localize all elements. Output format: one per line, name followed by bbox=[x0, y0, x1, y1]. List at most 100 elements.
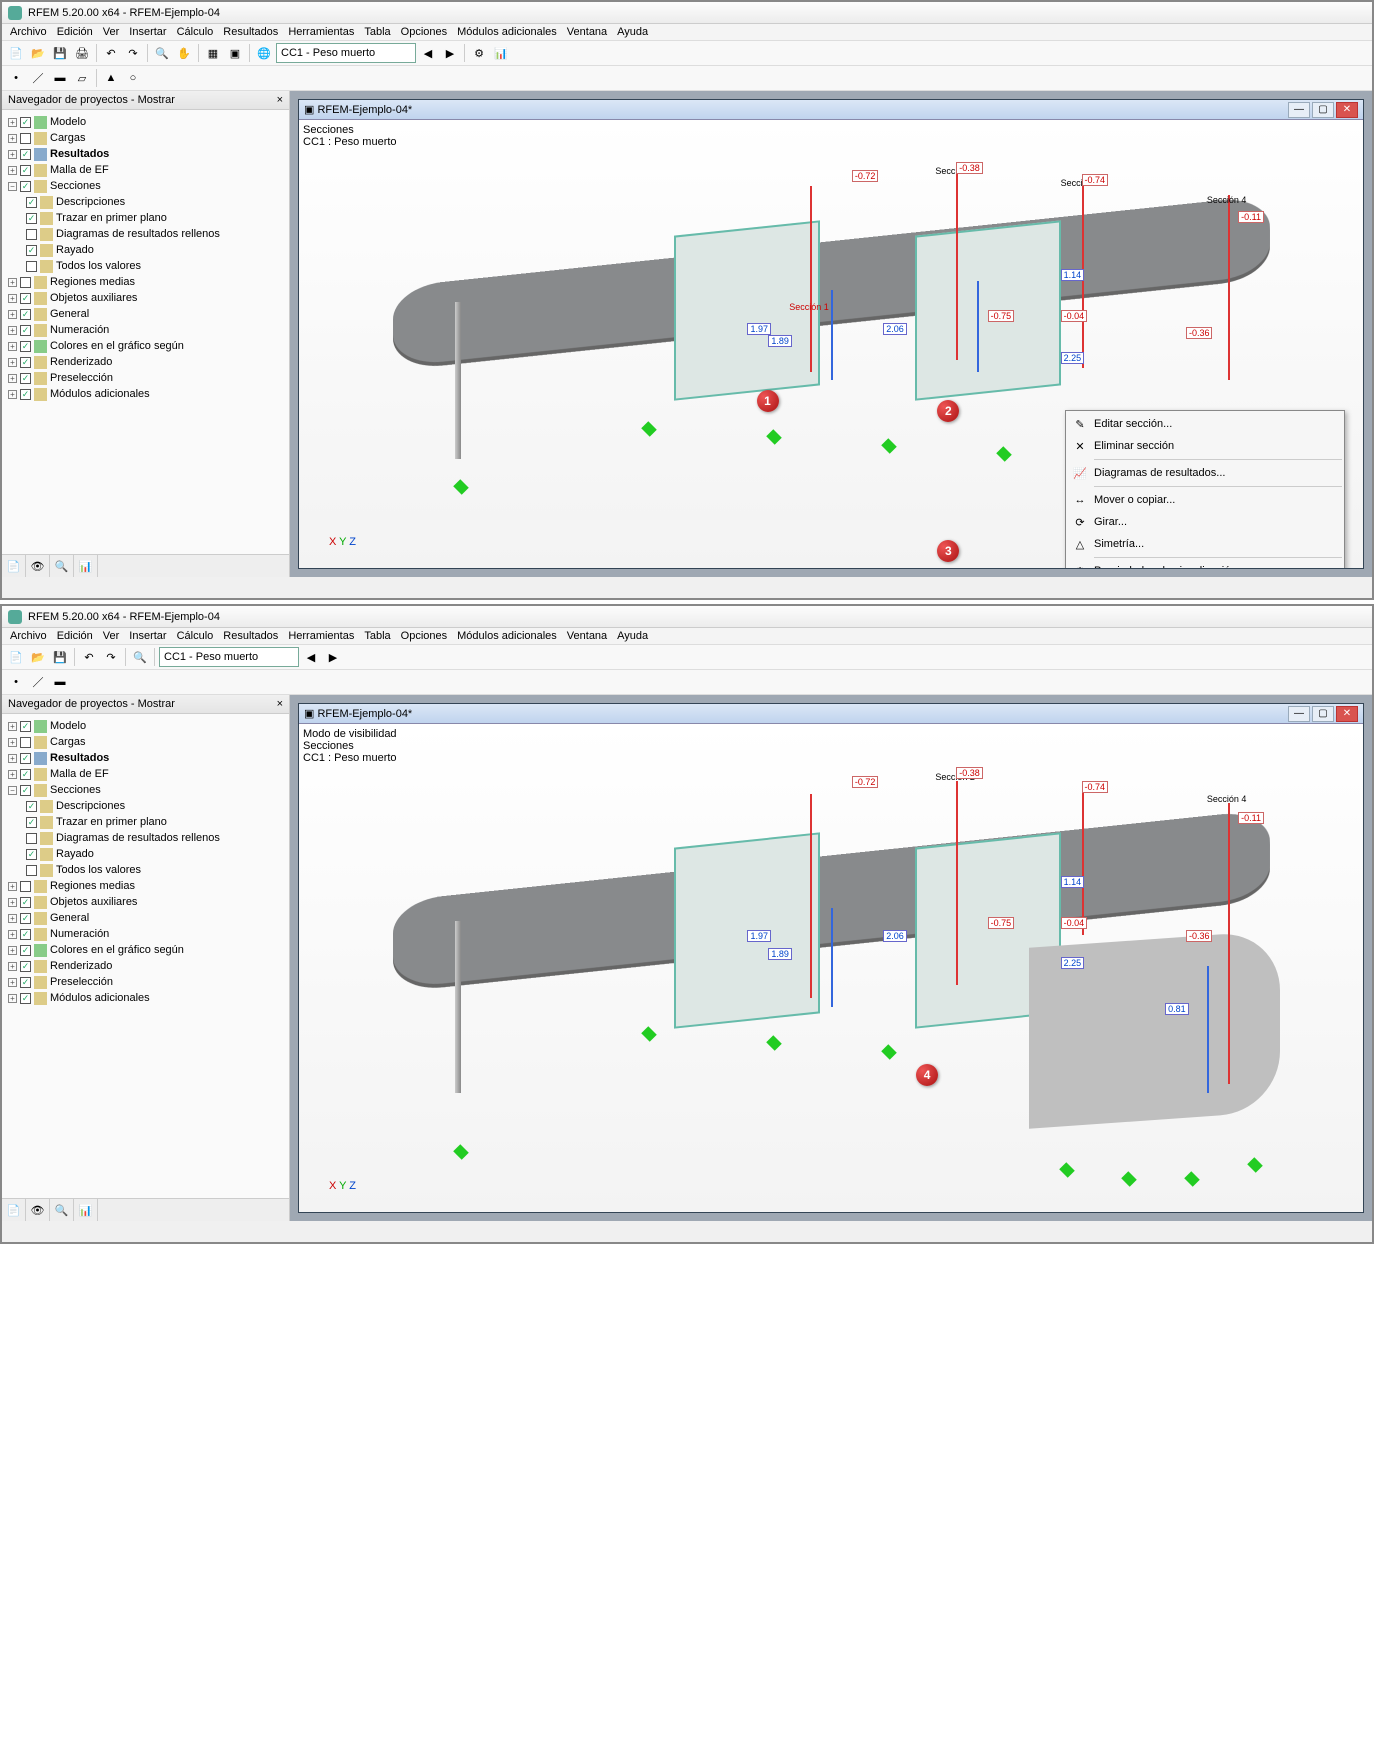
redo-icon[interactable]: ↷ bbox=[123, 43, 143, 63]
menu-tabla[interactable]: Tabla bbox=[364, 26, 390, 38]
value-label: -0.38 bbox=[956, 162, 983, 174]
prev-icon[interactable]: ◀ bbox=[418, 43, 438, 63]
tab-views-icon[interactable]: 🔍 bbox=[50, 555, 74, 577]
menu-resultados[interactable]: Resultados bbox=[223, 26, 278, 38]
tab-data-icon[interactable]: 📄 bbox=[2, 555, 26, 577]
value-label: 2.06 bbox=[883, 323, 907, 335]
close-button[interactable]: ✕ bbox=[1336, 706, 1358, 722]
info-line1: Secciones bbox=[303, 124, 1359, 136]
menu-calculo[interactable]: Cálculo bbox=[177, 26, 214, 38]
menu-herramientas[interactable]: Herramientas bbox=[288, 26, 354, 38]
ctx-display-props[interactable]: ⚙Propiedades de visualización... bbox=[1068, 560, 1342, 568]
ctx-move-copy[interactable]: ↔Mover o copiar... bbox=[1068, 489, 1342, 511]
viewport-2[interactable]: Modo de visibilidad Secciones CC1 : Peso… bbox=[299, 724, 1363, 1212]
member-icon[interactable]: ▬ bbox=[50, 68, 70, 88]
maximize-button[interactable]: ▢ bbox=[1312, 706, 1334, 722]
delete-icon: ✕ bbox=[1072, 438, 1088, 454]
section-4[interactable] bbox=[1228, 195, 1230, 381]
menu-bar[interactable]: ArchivoEdiciónVerInsertarCálculoResultad… bbox=[2, 628, 1372, 645]
zoom-icon[interactable]: 🔍 bbox=[152, 43, 172, 63]
section-1[interactable] bbox=[810, 186, 812, 372]
model-3d[interactable]: Sección 2 Sección 4 -0.72 -0.38 -0.74 -0… bbox=[309, 749, 1353, 1202]
edit-icon: ✎ bbox=[1072, 416, 1088, 432]
new-icon[interactable]: 📄 bbox=[6, 43, 26, 63]
undo-icon[interactable]: ↶ bbox=[101, 43, 121, 63]
value-label: -0.75 bbox=[988, 310, 1015, 322]
section-label: Sección 1 bbox=[789, 302, 829, 312]
app-window-2: RFEM 5.20.00 x64 - RFEM-Ejemplo-04 Archi… bbox=[0, 604, 1374, 1244]
menu-modulos[interactable]: Módulos adicionales bbox=[457, 26, 557, 38]
document-window: ▣ RFEM-Ejemplo-04* — ▢ ✕ Secciones CC1 :… bbox=[298, 99, 1364, 569]
menu-insertar[interactable]: Insertar bbox=[129, 26, 166, 38]
workspace: ▣ RFEM-Ejemplo-04* — ▢ ✕ Secciones CC1 :… bbox=[290, 91, 1372, 577]
result-line bbox=[977, 281, 979, 372]
nav-title: Navegador de proyectos - Mostrar bbox=[8, 94, 175, 106]
value-label: -0.11 bbox=[1238, 211, 1264, 223]
pan-icon[interactable]: ✋ bbox=[174, 43, 194, 63]
results-icon[interactable]: 📊 bbox=[491, 43, 511, 63]
ctx-edit-section[interactable]: ✎Editar sección... bbox=[1068, 413, 1342, 435]
ctx-mirror[interactable]: △Simetría... bbox=[1068, 533, 1342, 555]
menu-archivo[interactable]: Archivo bbox=[10, 26, 47, 38]
rotate-icon: ⟳ bbox=[1072, 514, 1088, 530]
ctx-result-diagrams[interactable]: 📈Diagramas de resultados... bbox=[1068, 462, 1342, 484]
loadcase-combo[interactable]: CC1 - Peso muerto bbox=[276, 43, 416, 63]
ctx-delete-section[interactable]: ✕Eliminar sección bbox=[1068, 435, 1342, 457]
surface-icon[interactable]: ▱ bbox=[72, 68, 92, 88]
checkbox[interactable] bbox=[20, 117, 31, 128]
ctx-rotate[interactable]: ⟳Girar... bbox=[1068, 511, 1342, 533]
expander-icon[interactable]: + bbox=[8, 118, 17, 127]
minimize-button[interactable]: — bbox=[1288, 102, 1310, 118]
section-label: Sección 4 bbox=[1207, 195, 1247, 205]
diagram-icon: 📈 bbox=[1072, 465, 1088, 481]
line-icon[interactable]: ／ bbox=[28, 68, 48, 88]
tree[interactable]: +Modelo +Cargas +Resultados +Malla de EF… bbox=[2, 110, 289, 554]
nav-tabs[interactable]: 📄 👁 🔍 📊 bbox=[2, 554, 289, 577]
tab-display-icon[interactable]: 👁 bbox=[26, 555, 50, 577]
toolbar-1: 📄 📂 💾 🖨 ↶ ↷ 🔍 ✋ ▦ ▣ 🌐 CC1 - Peso muerto … bbox=[2, 41, 1372, 66]
hinge-icon[interactable]: ○ bbox=[123, 68, 143, 88]
value-label: 1.89 bbox=[768, 335, 792, 347]
next-icon[interactable]: ▶ bbox=[440, 43, 460, 63]
project-navigator: Navegador de proyectos - Mostrar × +Model… bbox=[2, 91, 290, 577]
maximize-button[interactable]: ▢ bbox=[1312, 102, 1334, 118]
section-2[interactable] bbox=[956, 174, 958, 360]
callout-1: 1 bbox=[757, 390, 779, 412]
node-icon[interactable]: • bbox=[6, 68, 26, 88]
value-label: 1.14 bbox=[1061, 269, 1085, 281]
support-icon bbox=[996, 446, 1012, 462]
result-line bbox=[831, 290, 833, 381]
menu-bar[interactable]: Archivo Edición Ver Insertar Cálculo Res… bbox=[2, 24, 1372, 41]
support-icon bbox=[881, 438, 897, 454]
nav-close-icon[interactable]: × bbox=[277, 94, 283, 106]
grid-icon[interactable]: ▦ bbox=[203, 43, 223, 63]
menu-ventana[interactable]: Ventana bbox=[567, 26, 607, 38]
minimize-button[interactable]: — bbox=[1288, 706, 1310, 722]
title-bar: RFEM 5.20.00 x64 - RFEM-Ejemplo-04 bbox=[2, 2, 1372, 24]
save-icon[interactable]: 💾 bbox=[50, 43, 70, 63]
app-title: RFEM 5.20.00 x64 - RFEM-Ejemplo-04 bbox=[28, 7, 220, 19]
mirror-icon: △ bbox=[1072, 536, 1088, 552]
support-icon bbox=[641, 421, 657, 437]
snap-icon[interactable]: ▣ bbox=[225, 43, 245, 63]
context-menu[interactable]: ✎Editar sección... ✕Eliminar sección 📈Di… bbox=[1065, 410, 1345, 568]
doc-icon: ▣ bbox=[304, 103, 314, 116]
menu-edicion[interactable]: Edición bbox=[57, 26, 93, 38]
menu-ayuda[interactable]: Ayuda bbox=[617, 26, 648, 38]
viewport[interactable]: Secciones CC1 : Peso muerto bbox=[299, 120, 1363, 568]
open-icon[interactable]: 📂 bbox=[28, 43, 48, 63]
value-label: 1.97 bbox=[747, 323, 771, 335]
tab-results-icon[interactable]: 📊 bbox=[74, 555, 98, 577]
value-label: -0.72 bbox=[852, 170, 879, 182]
value-label: 2.25 bbox=[1061, 352, 1085, 364]
menu-ver[interactable]: Ver bbox=[103, 26, 120, 38]
menu-opciones[interactable]: Opciones bbox=[401, 26, 447, 38]
support-icon bbox=[453, 479, 469, 495]
world-icon[interactable]: 🌐 bbox=[254, 43, 274, 63]
support-icon[interactable]: ▲ bbox=[101, 68, 121, 88]
calc-icon[interactable]: ⚙ bbox=[469, 43, 489, 63]
column[interactable] bbox=[455, 302, 461, 459]
print-icon[interactable]: 🖨 bbox=[72, 43, 92, 63]
close-button[interactable]: ✕ bbox=[1336, 102, 1358, 118]
value-label: -0.04 bbox=[1061, 310, 1088, 322]
